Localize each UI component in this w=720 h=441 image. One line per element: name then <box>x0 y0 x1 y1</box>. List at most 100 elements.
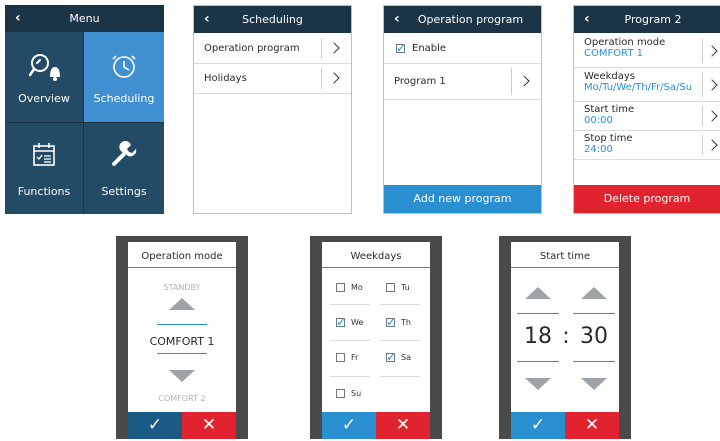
field-label: Stop time <box>584 133 633 144</box>
delete-program-button[interactable]: Delete program <box>574 185 720 213</box>
enable-label: Enable <box>412 43 447 54</box>
weekday-we[interactable]: ✓ We <box>330 315 375 331</box>
weekday-mo[interactable]: Mo <box>330 280 375 296</box>
weekday-checkbox[interactable] <box>336 389 345 398</box>
time-separator: : <box>562 324 570 349</box>
weekday-label: Su <box>351 389 362 398</box>
divider <box>573 361 615 362</box>
tile-scheduling[interactable]: Scheduling <box>84 32 164 123</box>
tile-label: Scheduling <box>93 92 155 105</box>
divider <box>573 313 615 314</box>
divider <box>321 68 322 89</box>
dialog-title: Start time <box>539 251 591 262</box>
tile-overview[interactable]: Overview <box>5 32 84 123</box>
field-label: Start time <box>584 104 635 115</box>
enable-row[interactable]: ✓ Enable <box>384 34 541 64</box>
scheduling-title: Scheduling <box>242 13 303 26</box>
check-icon: ✓ <box>396 41 407 55</box>
prev-option[interactable]: STANDBY <box>128 283 236 292</box>
arrow-down-icon[interactable] <box>169 370 195 382</box>
divider <box>702 106 703 126</box>
chevron-right-icon <box>706 79 718 91</box>
divider <box>157 324 207 325</box>
weekday-sa[interactable]: ✓ Sa <box>380 350 425 366</box>
field-value: Mo/Tu/We/Th/Fr/Sa/Su <box>584 82 693 93</box>
divider <box>511 267 619 268</box>
ok-button[interactable]: ✓ <box>322 412 376 439</box>
weekday-label: Tu <box>401 283 410 292</box>
list-item-label: Operation program <box>204 43 300 54</box>
weekdays-dialog-frame: Weekdays Mo Tu ✓ We ✓ Th Fr ✓ Sa Su ✓ ✕ <box>310 236 442 439</box>
hours-down-icon[interactable] <box>525 378 551 390</box>
x-icon: ✕ <box>584 415 600 435</box>
chevron-right-icon <box>328 42 340 54</box>
menu-screen: ‹ Menu Overview Scheduling Functions Set… <box>5 5 164 214</box>
weekday-label: Sa <box>401 353 411 362</box>
cancel-button[interactable]: ✕ <box>182 412 236 439</box>
divider <box>330 340 370 341</box>
cancel-button[interactable]: ✕ <box>565 412 619 439</box>
start-time-dialog: Start time 18 : 30 ✓ ✕ <box>511 242 619 439</box>
program-2-title: Program 2 <box>624 13 682 26</box>
divider <box>511 68 512 95</box>
x-icon: ✕ <box>395 415 411 435</box>
operation-program-header: ‹ Operation program <box>384 6 541 33</box>
add-new-program-button[interactable]: Add new program <box>384 185 541 213</box>
field-operation-mode[interactable]: Operation mode COMFORT 1 <box>574 34 720 68</box>
weekday-checkbox[interactable] <box>336 353 345 362</box>
minutes-up-icon[interactable] <box>581 287 607 299</box>
weekday-checkbox[interactable] <box>336 283 345 292</box>
calendar-list-icon <box>33 143 55 166</box>
divider <box>157 353 207 354</box>
divider <box>380 304 420 305</box>
field-value: 24:00 <box>584 144 613 155</box>
list-item-label: Program 1 <box>394 76 446 87</box>
field-weekdays[interactable]: Weekdays Mo/Tu/We/Th/Fr/Sa/Su <box>574 68 720 102</box>
chevron-right-icon <box>706 110 718 122</box>
dialog-title: Weekdays <box>350 251 402 262</box>
operation-mode-dialog-frame: Operation mode STANDBY COMFORT 1 COMFORT… <box>116 236 248 439</box>
ok-button[interactable]: ✓ <box>128 412 182 439</box>
program-2-header: ‹ Program 2 <box>574 6 720 33</box>
tile-functions[interactable]: Functions <box>5 123 84 214</box>
tile-settings[interactable]: Settings <box>84 123 164 214</box>
field-value: COMFORT 1 <box>584 48 643 59</box>
divider <box>322 267 430 268</box>
check-icon: ✓ <box>147 415 163 435</box>
divider <box>517 361 559 362</box>
field-start-time[interactable]: Start time 00:00 <box>574 102 720 131</box>
chevron-right-icon <box>706 139 718 151</box>
weekday-label: Th <box>401 318 411 327</box>
list-item-label: Holidays <box>204 73 247 84</box>
weekday-th[interactable]: ✓ Th <box>380 315 425 331</box>
check-icon: ✓ <box>341 415 357 435</box>
weekday-checkbox[interactable] <box>386 283 395 292</box>
scheduling-screen: ‹ Scheduling Operation program Holidays <box>193 5 352 214</box>
ok-button[interactable]: ✓ <box>511 412 565 439</box>
chevron-right-icon <box>518 75 530 87</box>
minutes-value[interactable]: 30 <box>573 324 615 349</box>
divider <box>517 313 559 314</box>
field-stop-time[interactable]: Stop time 24:00 <box>574 131 720 160</box>
back-icon[interactable]: ‹ <box>394 6 400 33</box>
arrow-up-icon[interactable] <box>169 298 195 310</box>
weekday-su[interactable]: Su <box>330 386 375 402</box>
hours-value[interactable]: 18 <box>517 324 559 349</box>
operation-program-title: Operation program <box>417 13 524 26</box>
list-item-operation-program[interactable]: Operation program <box>194 34 351 64</box>
weekday-fr[interactable]: Fr <box>330 350 375 366</box>
hours-up-icon[interactable] <box>525 287 551 299</box>
list-item-program-1[interactable]: Program 1 <box>384 64 541 100</box>
check-icon: ✓ <box>386 315 397 329</box>
chevron-right-icon <box>706 45 718 57</box>
list-item-holidays[interactable]: Holidays <box>194 64 351 94</box>
check-icon: ✓ <box>386 350 397 364</box>
cancel-button[interactable]: ✕ <box>376 412 430 439</box>
field-label: Weekdays <box>584 71 636 82</box>
start-time-dialog-frame: Start time 18 : 30 ✓ ✕ <box>499 236 631 439</box>
field-label: Operation mode <box>584 37 666 48</box>
check-icon: ✓ <box>530 415 546 435</box>
weekday-tu[interactable]: Tu <box>380 280 425 296</box>
minutes-down-icon[interactable] <box>581 378 607 390</box>
next-option[interactable]: COMFORT 2 <box>128 394 236 403</box>
